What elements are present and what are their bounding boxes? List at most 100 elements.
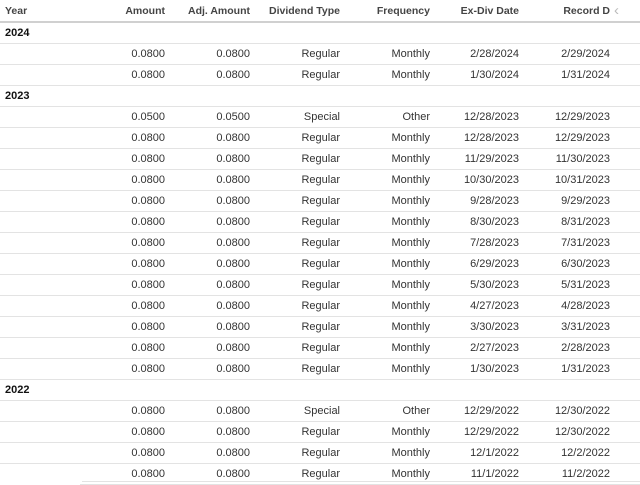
table-row: 0.0800 0.0800 Regular Monthly 10/30/2023 10/3… <box>0 169 640 191</box>
adj-amount-cell: 0.0800 <box>165 337 250 359</box>
ex-div-date-cell: 4/27/2023 <box>430 295 519 317</box>
frequency-cell: Monthly <box>340 274 430 296</box>
chevron-left-icon[interactable]: ‹ <box>614 2 619 19</box>
record-date-cell: 3/31/2023 <box>519 316 610 338</box>
ex-div-date-cell: 1/30/2024 <box>430 64 519 86</box>
ex-div-date-cell: 2/27/2023 <box>430 337 519 359</box>
frequency-cell: Monthly <box>340 442 430 464</box>
frequency-cell: Other <box>340 106 430 128</box>
table-row: 0.0800 0.0800 Regular Monthly 12/28/2023 12/2… <box>0 127 640 149</box>
ex-div-date-cell: 2/28/2024 <box>430 43 519 65</box>
table-row: 0.0500 0.0500 Special Other 12/28/2023 12/29/… <box>0 106 640 128</box>
dividend-type-cell: Regular <box>250 43 340 65</box>
record-date-cell: 11/30/2023 <box>519 148 610 170</box>
dividend-history-table: Year Amount Adj. Amount Dividend Type Fr… <box>0 0 640 485</box>
record-date-cell: 8/31/2023 <box>519 211 610 233</box>
column-header-ex-div-date[interactable]: Ex-Div Date <box>430 0 519 23</box>
column-header-year[interactable]: Year <box>0 0 80 23</box>
record-date-cell: 9/29/2023 <box>519 190 610 212</box>
adj-amount-cell: 0.0800 <box>165 169 250 191</box>
amount-cell: 0.0800 <box>80 169 165 191</box>
column-header-dividend-type[interactable]: Dividend Type <box>250 0 340 23</box>
column-header-record-date[interactable]: Record D <box>519 0 610 23</box>
empty-cell <box>0 64 80 86</box>
year-label: 2024 <box>0 22 640 44</box>
spacer-cell <box>610 169 640 191</box>
column-header-adj-amount[interactable]: Adj. Amount <box>165 0 250 23</box>
amount-cell: 0.0800 <box>80 337 165 359</box>
empty-cell <box>0 211 80 233</box>
ex-div-date-cell: 12/29/2022 <box>430 400 519 422</box>
spacer-cell <box>610 274 640 296</box>
dividend-type-cell: Regular <box>250 169 340 191</box>
year-label: 2022 <box>0 379 640 401</box>
frequency-cell: Monthly <box>340 421 430 443</box>
dividend-type-cell: Regular <box>250 421 340 443</box>
amount-cell: 0.0800 <box>80 253 165 275</box>
amount-cell: 0.0800 <box>80 400 165 422</box>
dividend-type-cell: Regular <box>250 337 340 359</box>
adj-amount-cell: 0.0800 <box>165 295 250 317</box>
table-row: 0.0800 0.0800 Regular Monthly 1/30/2023 1/31/… <box>0 358 640 380</box>
column-header-amount[interactable]: Amount <box>80 0 165 23</box>
ex-div-date-cell: 8/30/2023 <box>430 211 519 233</box>
ex-div-date-cell: 12/28/2023 <box>430 127 519 149</box>
spacer-cell <box>610 400 640 422</box>
table-row: 0.0800 0.0800 Regular Monthly 5/30/2023 5/31/… <box>0 274 640 296</box>
dividend-type-cell: Regular <box>250 190 340 212</box>
table-row: 0.0800 0.0800 Regular Monthly 11/29/2023 11/3… <box>0 148 640 170</box>
year-group-row: 2022 <box>0 379 640 401</box>
amount-cell: 0.0800 <box>80 211 165 233</box>
frequency-cell: Monthly <box>340 43 430 65</box>
amount-cell: 0.0800 <box>80 274 165 296</box>
empty-cell <box>0 274 80 296</box>
amount-cell: 0.0800 <box>80 148 165 170</box>
empty-cell <box>0 43 80 65</box>
table-row: 0.0800 0.0800 Regular Monthly 2/28/2024 2/29/… <box>0 43 640 65</box>
empty-cell <box>0 295 80 317</box>
empty-cell <box>0 169 80 191</box>
empty-cell <box>0 400 80 422</box>
adj-amount-cell: 0.0800 <box>165 421 250 443</box>
year-group-row: 2024 <box>0 22 640 44</box>
adj-amount-cell: 0.0800 <box>165 43 250 65</box>
spacer-cell <box>610 337 640 359</box>
adj-amount-cell: 0.0800 <box>165 64 250 86</box>
table-row: 0.0800 0.0800 Regular Monthly 7/28/2023 7/31/… <box>0 232 640 254</box>
spacer-cell <box>610 232 640 254</box>
record-date-cell: 12/30/2022 <box>519 421 610 443</box>
frequency-cell: Monthly <box>340 337 430 359</box>
ex-div-date-cell: 10/30/2023 <box>430 169 519 191</box>
empty-cell <box>0 464 80 485</box>
table-row: 0.0800 0.0800 Regular Monthly 9/28/2023 9/29/… <box>0 190 640 212</box>
empty-cell <box>0 127 80 149</box>
dividend-type-cell: Regular <box>250 253 340 275</box>
spacer-cell <box>610 148 640 170</box>
header-row: Year Amount Adj. Amount Dividend Type Fr… <box>0 0 640 23</box>
adj-amount-cell: 0.0800 <box>165 190 250 212</box>
frequency-cell: Monthly <box>340 211 430 233</box>
ex-div-date-cell: 12/1/2022 <box>430 442 519 464</box>
column-header-frequency[interactable]: Frequency <box>340 0 430 23</box>
table-row: 0.0800 0.0800 Regular Monthly 1/30/2024 1/31/… <box>0 64 640 86</box>
table-row: 0.0800 0.0800 Regular Monthly 8/30/2023 8/31/… <box>0 211 640 233</box>
ex-div-date-cell: 1/30/2023 <box>430 358 519 380</box>
adj-amount-cell: 0.0800 <box>165 127 250 149</box>
spacer-cell <box>610 253 640 275</box>
dividend-type-cell: Special <box>250 400 340 422</box>
amount-cell: 0.0500 <box>80 106 165 128</box>
frequency-cell: Monthly <box>340 232 430 254</box>
adj-amount-cell: 0.0800 <box>165 442 250 464</box>
record-date-cell: 2/28/2023 <box>519 337 610 359</box>
frequency-cell: Monthly <box>340 253 430 275</box>
amount-cell: 0.0800 <box>80 295 165 317</box>
spacer-cell <box>610 64 640 86</box>
spacer-cell <box>610 190 640 212</box>
record-date-cell: 2/29/2024 <box>519 43 610 65</box>
spacer-cell <box>610 442 640 464</box>
frequency-cell: Monthly <box>340 64 430 86</box>
record-date-cell: 12/29/2023 <box>519 106 610 128</box>
dividend-type-cell: Regular <box>250 295 340 317</box>
adj-amount-cell: 0.0800 <box>165 316 250 338</box>
empty-cell <box>0 148 80 170</box>
